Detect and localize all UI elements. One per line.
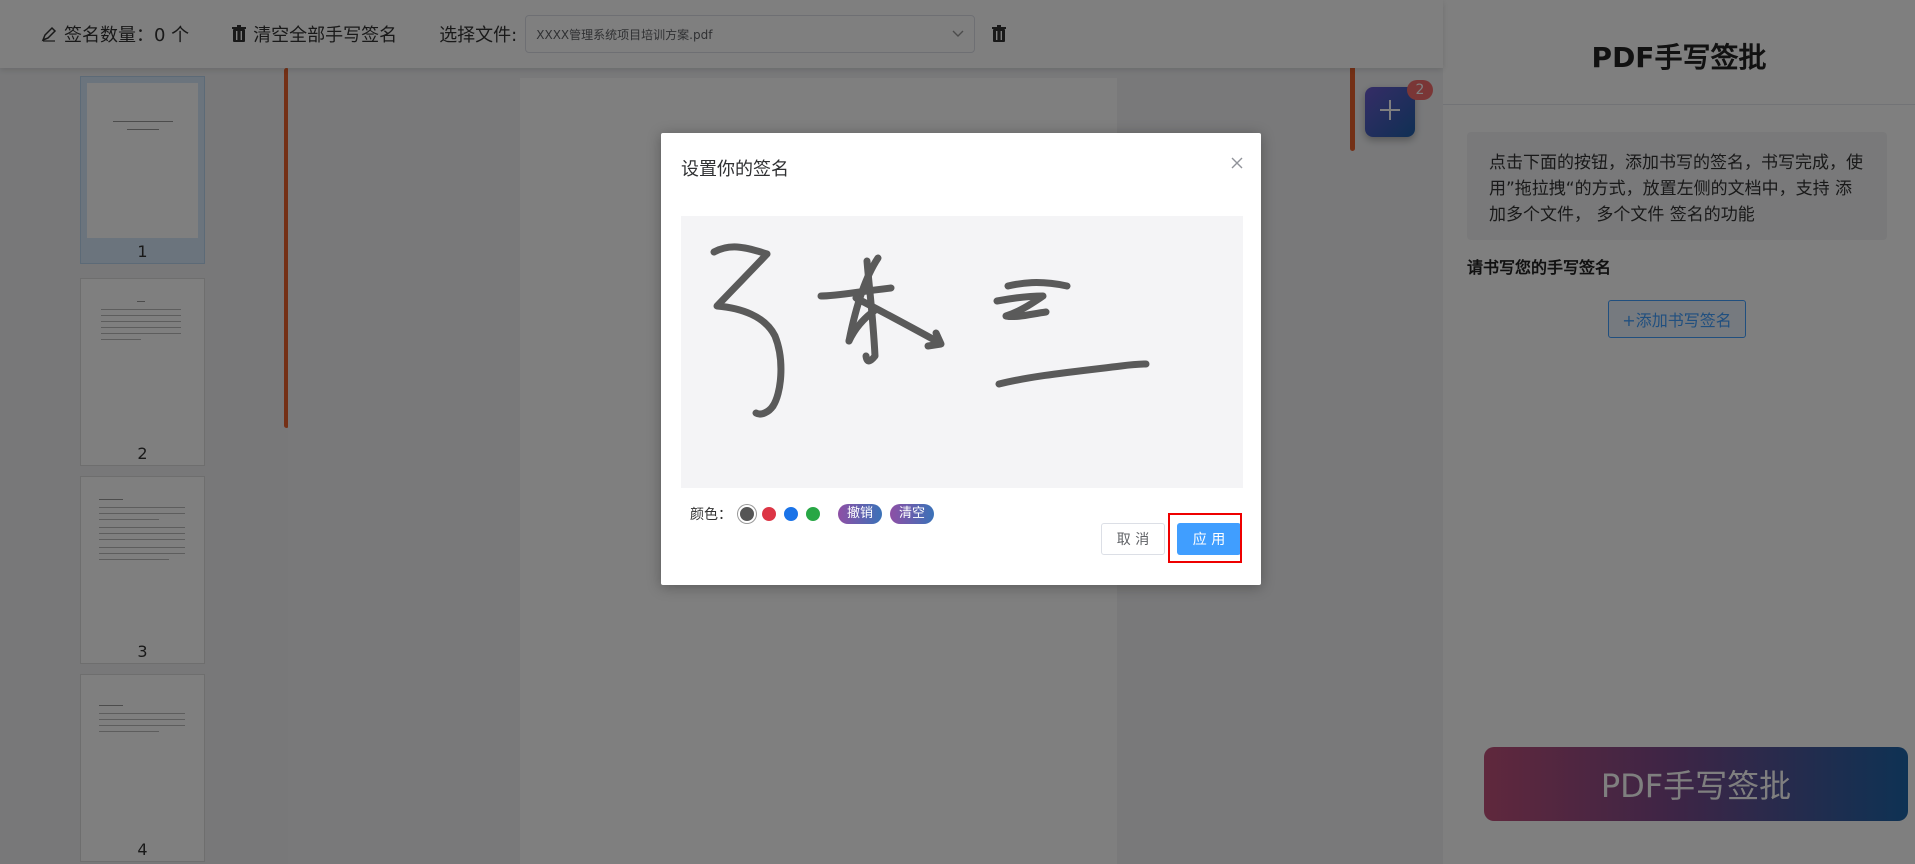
color-swatch-red[interactable] [762,507,776,521]
color-swatch-gray[interactable] [740,507,754,521]
close-icon[interactable] [1231,153,1243,174]
color-swatch-green[interactable] [806,507,820,521]
clear-button[interactable]: 清空 [890,504,935,524]
color-swatch-blue[interactable] [784,507,798,521]
apply-highlight-box [1168,513,1242,563]
signature-canvas[interactable] [681,216,1243,488]
signature-dialog: 设置你的签名 颜色： 撤销 清空 取 消 应 用 [661,133,1261,585]
color-picker: 颜色： 撤销 清空 [690,504,935,524]
dialog-title: 设置你的签名 [681,159,789,180]
color-label: 颜色： [690,507,732,523]
handwritten-signature [710,243,1150,418]
cancel-button[interactable]: 取 消 [1101,523,1165,555]
undo-button[interactable]: 撤销 [838,504,883,524]
